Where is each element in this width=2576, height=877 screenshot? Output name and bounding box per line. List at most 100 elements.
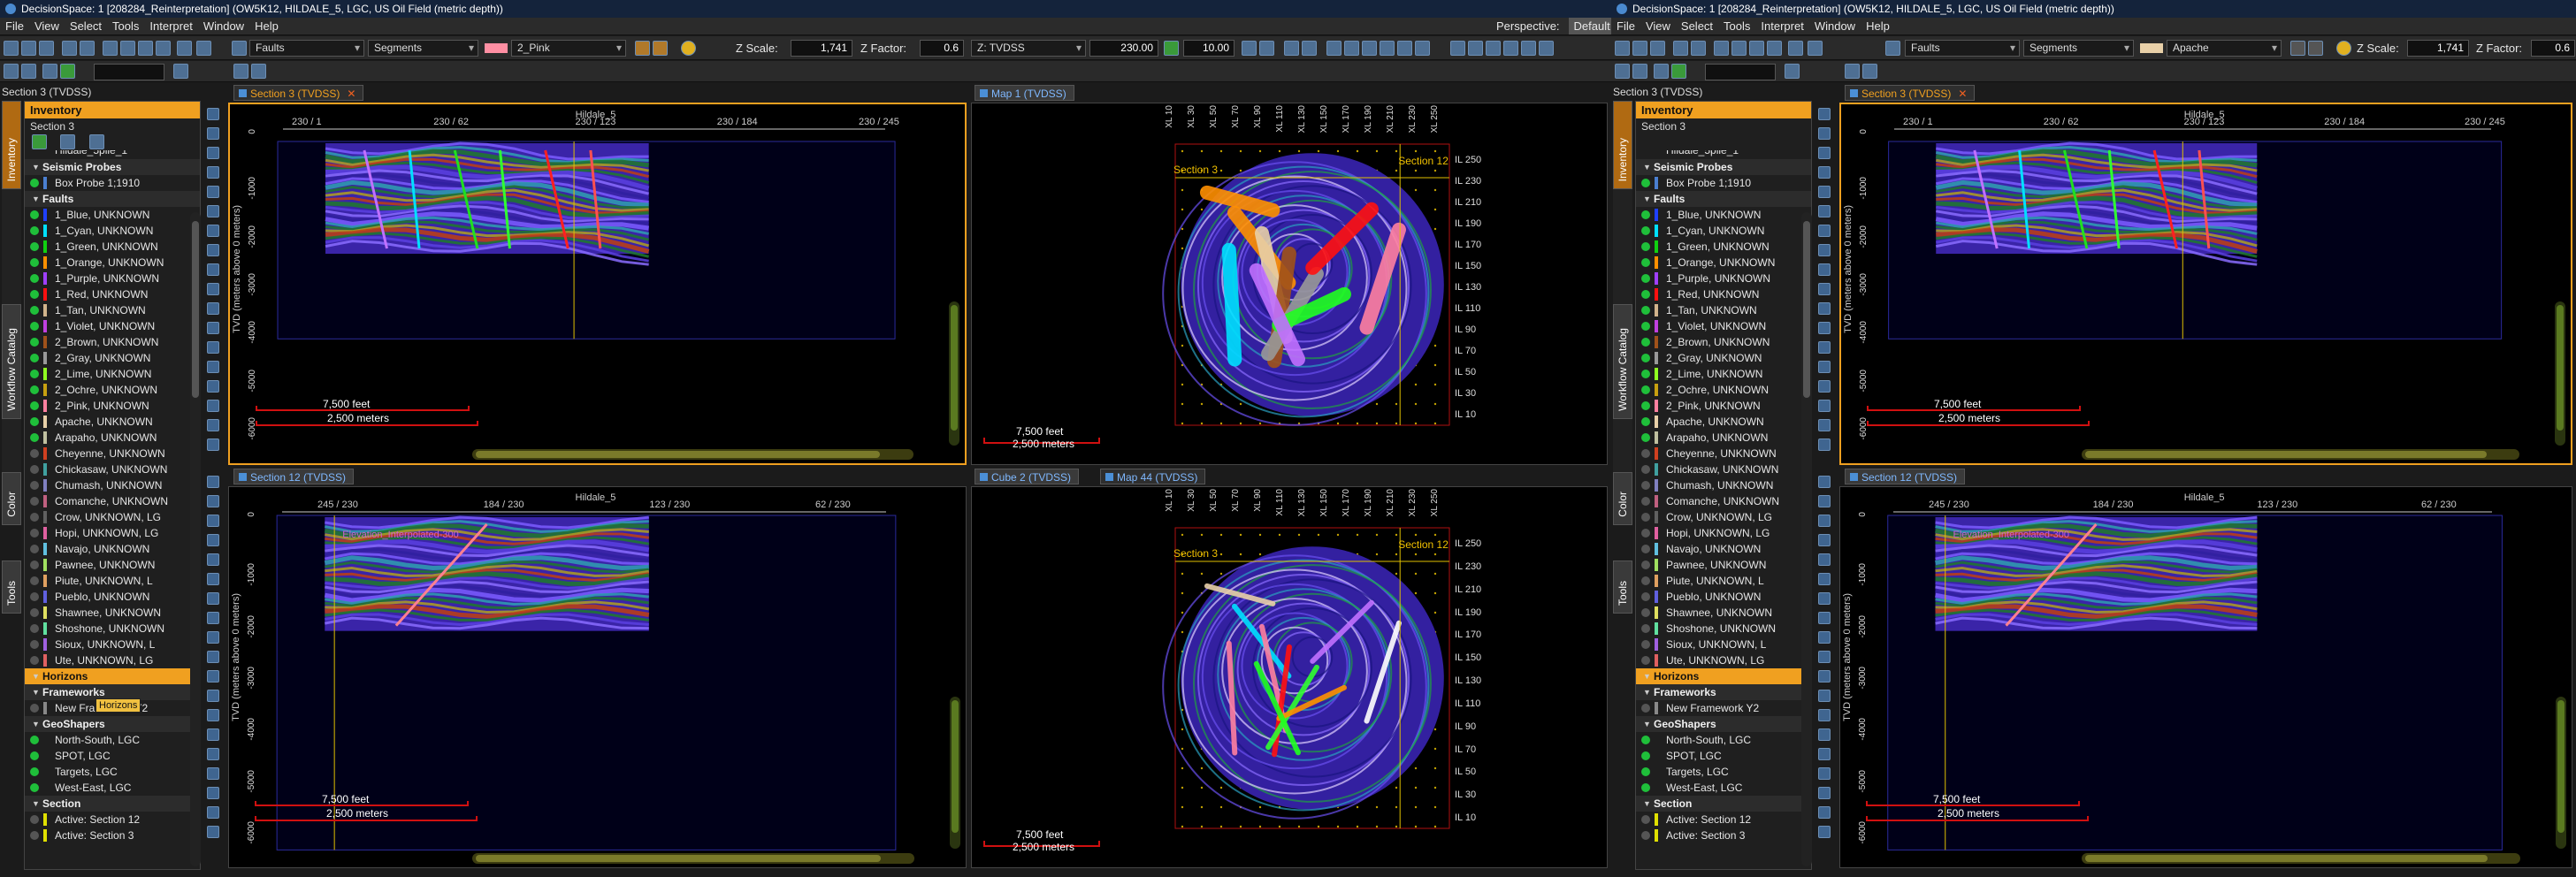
view-tool-icon[interactable] [207,476,219,488]
view-tool-icon[interactable] [207,166,219,179]
inventory-item[interactable]: Crow, UNKNOWN, LG [1636,509,1811,525]
tool-g-icon[interactable] [1862,64,1877,79]
visibility-toggle[interactable] [30,736,39,744]
tool-g-icon[interactable] [251,64,266,79]
visibility-toggle[interactable] [30,179,39,187]
inventory-item[interactable]: 1_Green, UNKNOWN [1636,239,1811,255]
inventory-item[interactable]: Apache, UNKNOWN [25,414,200,430]
settings-icon[interactable] [1808,41,1823,56]
close-icon[interactable]: ✕ [1958,88,1967,100]
view-tool-icon[interactable] [1818,670,1831,683]
view-tool-icon[interactable] [1818,787,1831,799]
section12-view[interactable]: Hildale_5 245 / 230 184 / 230 123 / 230 62 /… [1839,486,2572,868]
view-tool-icon[interactable] [207,322,219,334]
light-icon[interactable] [2336,41,2351,56]
view-tool-icon[interactable] [207,205,219,217]
view-tool-icon[interactable] [1818,573,1831,585]
menu-view[interactable]: View [29,18,65,34]
visibility-toggle[interactable] [30,815,39,824]
zscale-input[interactable]: 1,741 [791,40,852,57]
pan-icon[interactable] [1749,41,1764,56]
track-icon[interactable] [1503,41,1518,56]
inventory-item[interactable]: Shoshone, UNKNOWN [25,621,200,637]
view-tool-icon[interactable] [207,573,219,585]
visibility-toggle[interactable] [30,210,39,219]
view-tool-icon[interactable] [207,534,219,546]
menu-tools[interactable]: Tools [107,18,144,34]
inventory-item[interactable]: Pawnee, UNKNOWN [25,557,200,573]
fault-mode-icon[interactable] [232,41,247,56]
tab-map44[interactable]: Map 44 (TVDSS) [1100,469,1206,484]
visibility-toggle[interactable] [30,656,39,665]
visibility-toggle[interactable] [1641,513,1650,522]
layout-5-icon[interactable] [1397,41,1412,56]
menu-view[interactable]: View [1640,18,1676,34]
view-tool-icon[interactable] [1818,380,1831,393]
rotate-icon[interactable] [156,41,171,56]
bookmark-menu-icon[interactable] [1302,41,1317,56]
visibility-toggle[interactable] [30,290,39,299]
view-tool-icon[interactable] [207,787,219,799]
visibility-toggle[interactable] [30,767,39,776]
visibility-toggle[interactable] [30,401,39,410]
visibility-toggle[interactable] [1641,529,1650,538]
save-icon[interactable] [39,41,54,56]
layout-3-icon[interactable] [1362,41,1377,56]
inventory-item[interactable]: Pueblo, UNKNOWN [1636,589,1811,605]
tab-color[interactable]: Color [1613,472,1632,525]
visibility-toggle[interactable] [30,306,39,315]
view-tool-icon[interactable] [1818,767,1831,780]
inventory-scrollbar[interactable] [1801,212,1812,866]
inventory-item[interactable]: 2_Ochre, UNKNOWN [25,382,200,398]
menu-help[interactable]: Help [1861,18,1895,34]
inventory-item[interactable]: Apache, UNKNOWN [1636,414,1811,430]
visibility-toggle[interactable] [1641,274,1650,283]
horizontal-scrollbar[interactable] [2081,853,2521,864]
tab-section12[interactable]: Section 12 (TVDSS) [1845,469,1966,484]
tool-a-icon[interactable] [4,64,19,79]
inventory-item[interactable]: Navajo, UNKNOWN [1636,541,1811,557]
inventory-item[interactable]: Shawnee, UNKNOWN [1636,605,1811,621]
section3-view[interactable]: Hildale_5 230 / 1 230 / 62 230 / 123 230 / 1… [228,103,967,465]
open-icon[interactable] [21,41,36,56]
visibility-toggle[interactable] [1641,226,1650,235]
view-tool-icon[interactable] [1818,322,1831,334]
inventory-item[interactable]: Ute, UNKNOWN, LG [25,652,200,668]
visibility-toggle[interactable] [30,433,39,442]
view-tool-icon[interactable] [1818,612,1831,624]
tool-c-icon[interactable] [1654,64,1669,79]
inventory-item[interactable]: Box Probe 1;1910 [25,175,200,191]
inventory-section[interactable]: ▼ Seismic Probes [1636,159,1811,175]
visibility-toggle[interactable] [30,338,39,347]
visibility-toggle[interactable] [30,449,39,458]
view-tool-icon[interactable] [1818,205,1831,217]
menu-file[interactable]: File [0,18,29,34]
map-canvas[interactable] [972,487,1607,867]
inventory-item[interactable]: West-East, LGC [25,780,200,796]
inventory-item[interactable]: Active: Section 3 [1636,827,1811,843]
visibility-toggle[interactable] [1641,210,1650,219]
inventory-item[interactable]: 1_Orange, UNKNOWN [25,255,200,271]
redo-pick-icon[interactable] [2308,41,2323,56]
inventory-item[interactable]: Arapaho, UNKNOWN [1636,430,1811,446]
inventory-item[interactable]: 2_Pink, UNKNOWN [1636,398,1811,414]
inventory-item[interactable]: 1_Green, UNKNOWN [25,239,200,255]
view-tool-icon[interactable] [1818,495,1831,507]
view-tool-icon[interactable] [1818,690,1831,702]
inventory-section[interactable]: ▼ Section [25,796,200,812]
inventory-item[interactable]: 1_Blue, UNKNOWN [25,207,200,223]
select-icon[interactable] [1714,41,1729,56]
menu-interpret[interactable]: Interpret [1755,18,1808,34]
step-input[interactable]: 10.00 [1183,40,1234,57]
fault-polygon[interactable] [1221,242,1242,367]
view-tool-icon[interactable] [207,553,219,566]
visibility-toggle[interactable] [30,576,39,585]
view-tool-icon[interactable] [1818,263,1831,276]
visibility-toggle[interactable] [30,274,39,283]
vertical-scrollbar[interactable] [949,301,959,446]
visibility-toggle[interactable] [1641,242,1650,251]
inventory-item[interactable]: Pueblo, UNKNOWN [25,589,200,605]
inventory-scrollbar[interactable] [190,212,201,866]
inventory-item[interactable]: 1_Red, UNKNOWN [25,286,200,302]
z-domain-select[interactable]: Z: TVDSS [971,40,1086,57]
